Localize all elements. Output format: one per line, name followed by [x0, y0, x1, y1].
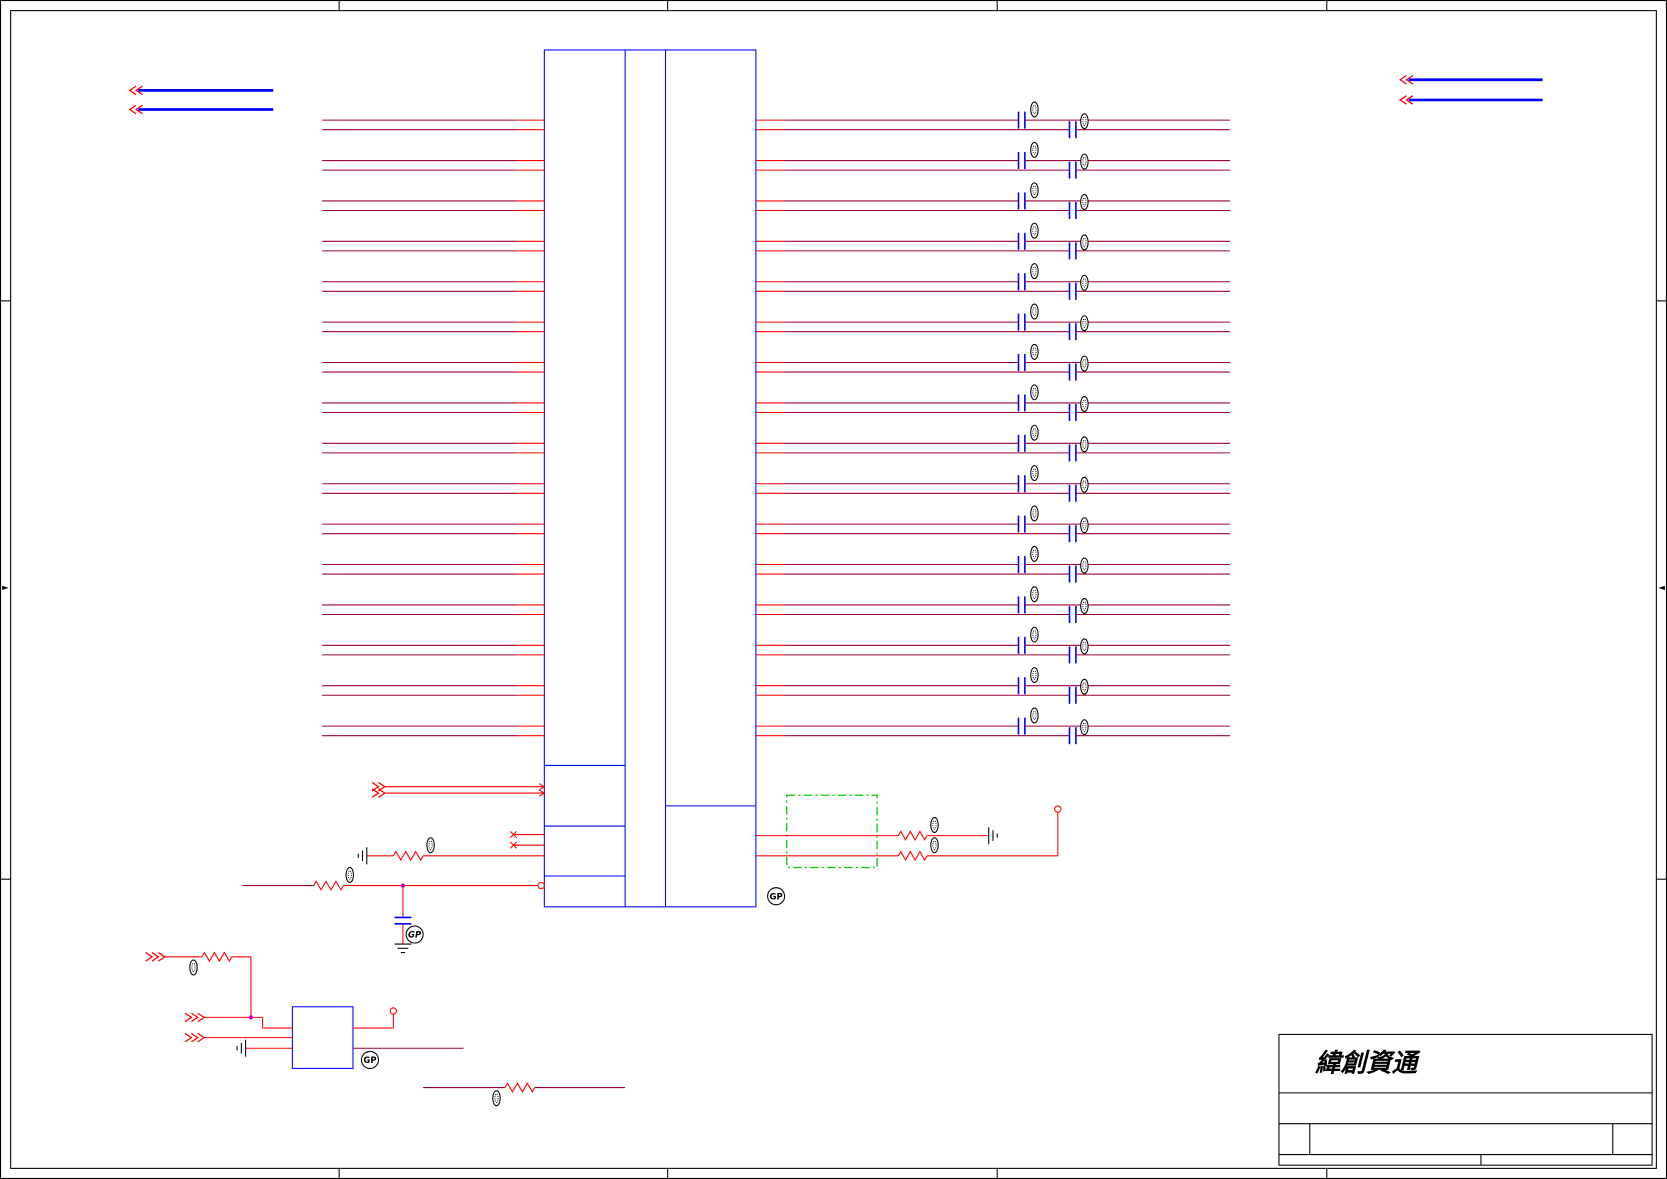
inner-border	[10, 10, 1657, 1169]
component-marker	[1080, 476, 1089, 493]
differential-pair	[322, 545, 1231, 583]
component-marker	[492, 1090, 501, 1107]
component-marker	[930, 817, 939, 833]
company-name: 緯創資通	[1314, 1049, 1421, 1079]
component-marker	[930, 837, 939, 854]
component-marker	[1080, 678, 1089, 695]
placement-dashed-box	[786, 794, 878, 869]
component-marker	[1030, 141, 1039, 158]
gp-badge: GP	[767, 887, 786, 906]
differential-pair	[322, 424, 1231, 462]
differential-pair	[322, 101, 1231, 139]
differential-pair	[322, 182, 1231, 220]
component-marker	[1030, 222, 1039, 239]
component-marker	[1030, 303, 1039, 320]
differential-pair	[322, 141, 1231, 179]
component-marker	[1080, 436, 1089, 453]
component-marker	[426, 837, 435, 854]
ic-outline	[543, 49, 757, 908]
port-chevron	[145, 952, 154, 962]
component-marker	[1030, 343, 1039, 360]
component-marker	[1030, 465, 1039, 482]
open-pin	[1054, 805, 1062, 813]
resistor	[504, 1082, 536, 1093]
resistor	[313, 880, 344, 891]
component-marker	[1030, 626, 1039, 643]
component-marker	[1080, 396, 1089, 412]
differential-pair	[322, 707, 1231, 745]
component-marker	[1030, 707, 1039, 724]
component-marker	[1080, 274, 1089, 291]
component-marker	[1030, 545, 1039, 562]
component-marker	[1030, 263, 1039, 280]
standalone-resistor	[423, 1082, 626, 1107]
component-marker	[1030, 182, 1039, 199]
differential-pair	[322, 343, 1231, 381]
title-block: 緯創資通	[1278, 1033, 1653, 1166]
differential-pair	[322, 263, 1231, 300]
component-marker	[1080, 638, 1089, 655]
component-marker	[1080, 153, 1089, 170]
schematic-wiring	[0, 0, 1667, 1179]
differential-pair	[322, 222, 1231, 260]
zone-arrow	[1658, 585, 1665, 591]
component-marker	[1030, 586, 1039, 603]
gp-badge-label: GP	[769, 892, 782, 902]
logic-gate-circuit	[145, 951, 464, 1057]
port-chevron	[184, 1032, 193, 1043]
gp-badge-label: GP	[408, 931, 422, 941]
ic-strap-pins	[755, 805, 1062, 862]
differential-pair	[322, 586, 1231, 623]
component-marker	[1030, 101, 1039, 118]
resistor	[897, 850, 928, 862]
ic-control-pins	[242, 781, 546, 954]
offpage-bus-ports	[128, 74, 1543, 115]
resistor	[897, 830, 928, 841]
gp-badge-label: GP	[363, 1056, 376, 1066]
component-marker	[1080, 719, 1089, 736]
component-marker	[1030, 667, 1039, 684]
port-chevron	[371, 788, 380, 798]
schematic-sheet: 緯創資通 GP GP GP	[0, 0, 1667, 1179]
component-marker	[345, 866, 355, 883]
main-ic-symbol	[543, 49, 757, 908]
differential-pair	[322, 384, 1231, 421]
small-logic-ic	[291, 1006, 354, 1069]
component-marker	[1080, 557, 1089, 574]
component-marker	[1030, 384, 1039, 401]
component-marker	[1080, 598, 1089, 614]
gp-badge: GP	[405, 925, 424, 944]
frame-zone-ticks	[0, 0, 1667, 1179]
component-marker	[1080, 113, 1089, 130]
component-marker	[1030, 424, 1039, 441]
resistor	[201, 951, 233, 963]
component-marker	[1080, 234, 1089, 251]
open-pin	[537, 881, 545, 890]
component-marker	[189, 959, 198, 976]
zone-arrow	[2, 585, 9, 591]
open-pin	[389, 1007, 398, 1015]
component-marker	[1030, 505, 1039, 522]
resistor	[392, 850, 424, 862]
component-marker	[1080, 194, 1089, 210]
differential-pair	[322, 505, 1231, 543]
component-marker	[1080, 355, 1089, 372]
differential-pair	[322, 667, 1231, 704]
junction-dot	[248, 1015, 254, 1020]
port-chevron	[184, 1012, 193, 1023]
gp-badge: GP	[360, 1050, 380, 1069]
component-marker	[1080, 315, 1089, 332]
differential-pairs	[322, 101, 1231, 745]
differential-pair	[322, 465, 1231, 502]
differential-pair	[322, 303, 1231, 341]
component-marker	[1080, 517, 1089, 534]
differential-pair	[322, 626, 1231, 664]
